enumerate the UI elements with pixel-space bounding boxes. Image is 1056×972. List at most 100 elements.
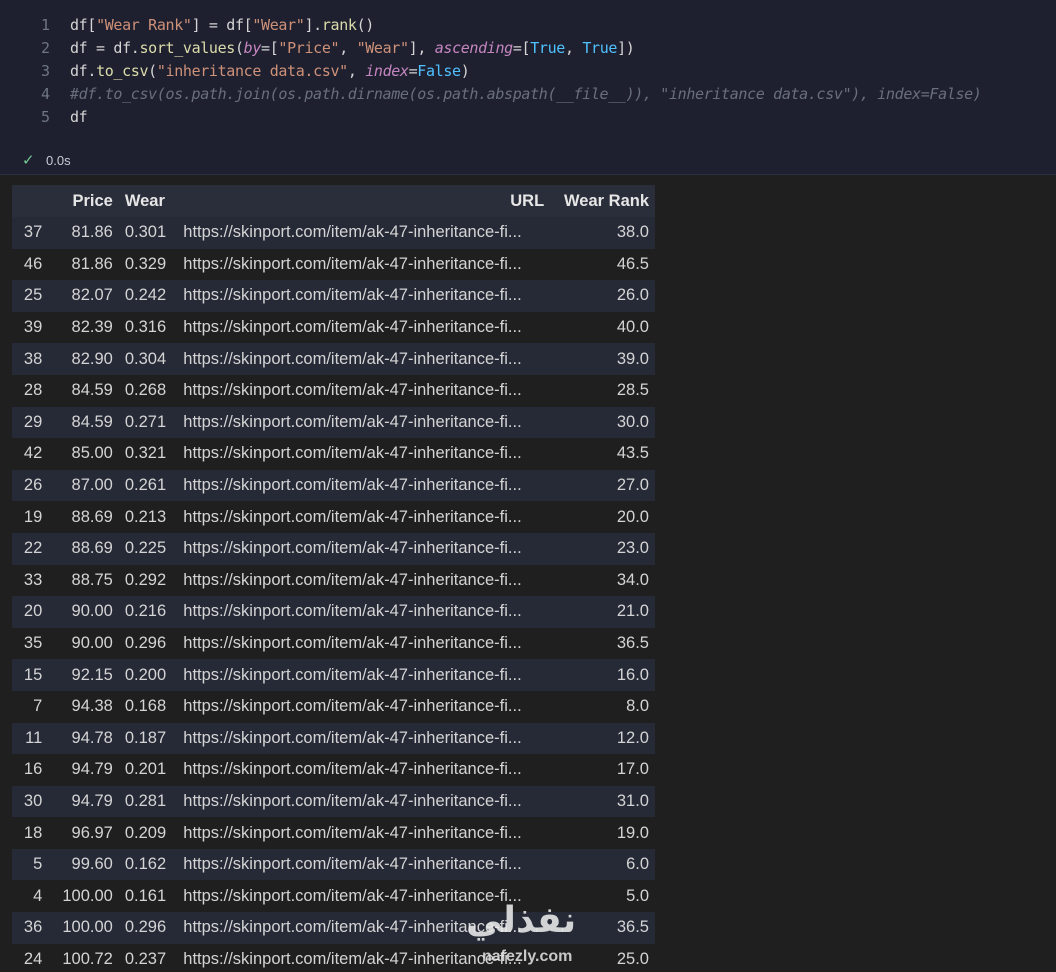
wear-cell: 0.296	[124, 918, 167, 937]
code-token: df	[70, 16, 88, 34]
wear-cell: 0.161	[124, 886, 167, 905]
row-index: 5	[33, 855, 43, 874]
url-cell: https://skinport.com/item/ak-47-inherita…	[183, 349, 522, 368]
row-index: 26	[23, 476, 43, 495]
url-cell: https://skinport.com/item/ak-47-inherita…	[183, 507, 522, 526]
wear-rank-cell: 28.5	[616, 381, 649, 400]
table-row: 28 84.59 0.268 https://skinport.com/item/ak…	[12, 374, 655, 407]
code-text[interactable]: df.to_csv("inheritance data.csv", index=…	[70, 60, 470, 83]
wear-cell: 0.162	[124, 855, 167, 874]
wear-cell: 0.200	[124, 665, 167, 684]
code-line[interactable]: 5 df	[0, 106, 1056, 129]
row-index: 4	[33, 886, 43, 905]
table-row: 30 94.79 0.281 https://skinport.com/item/ak…	[12, 785, 655, 818]
code-cell[interactable]: 1 df["Wear Rank"] = df["Wear"].rank() 2 df …	[0, 0, 1056, 175]
code-token: "Price"	[278, 39, 340, 57]
code-token: "Wear Rank"	[96, 16, 192, 34]
url-cell: https://skinport.com/item/ak-47-inherita…	[183, 823, 522, 842]
wear-cell: 0.237	[124, 949, 167, 968]
table-row: 39 82.39 0.316 https://skinport.com/item/ak…	[12, 311, 655, 344]
wear-rank-cell: 39.0	[616, 349, 649, 368]
code-text[interactable]: df = df.sort_values(by=["Price", "Wear"]…	[70, 37, 635, 60]
wear-rank-cell: 6.0	[626, 855, 649, 874]
price-cell: 94.78	[71, 728, 113, 747]
wear-cell: 0.209	[124, 823, 167, 842]
wear-cell: 0.281	[124, 791, 167, 810]
url-cell: https://skinport.com/item/ak-47-inherita…	[183, 602, 522, 621]
price-cell: 81.86	[71, 223, 113, 242]
code-token: df	[70, 39, 88, 57]
table-row: 15 92.15 0.200 https://skinport.com/item/ak…	[12, 659, 655, 691]
wear-cell: 0.301	[124, 223, 167, 242]
code-token: df	[70, 108, 88, 126]
url-cell: https://skinport.com/item/ak-47-inherita…	[183, 223, 522, 242]
price-cell: 96.97	[71, 823, 113, 842]
url-cell: https://skinport.com/item/ak-47-inherita…	[183, 760, 522, 779]
wear-cell: 0.225	[124, 539, 167, 558]
url-cell: https://skinport.com/item/ak-47-inherita…	[183, 286, 522, 305]
row-index: 22	[23, 539, 43, 558]
table-row: 33 88.75 0.292 https://skinport.com/item/ak…	[12, 564, 655, 597]
code-token: by	[243, 39, 262, 57]
code-token: [	[87, 16, 97, 34]
code-token: .	[87, 62, 97, 80]
wear-cell: 0.321	[124, 444, 167, 463]
code-token: )	[460, 62, 470, 80]
url-header: URL	[510, 191, 545, 210]
code-line[interactable]: 1 df["Wear Rank"] = df["Wear"].rank()	[0, 14, 1056, 37]
code-token: ,	[347, 62, 366, 80]
row-index: 20	[23, 602, 43, 621]
code-token: ,	[339, 39, 357, 57]
row-index: 36	[23, 918, 43, 937]
check-icon: ✓	[22, 152, 35, 169]
wear-rank-cell: 12.0	[616, 728, 649, 747]
code-text[interactable]: df	[70, 106, 88, 129]
url-cell: https://skinport.com/item/ak-47-inherita…	[183, 570, 522, 589]
table-row: 16 94.79 0.201 https://skinport.com/item/ak…	[12, 754, 655, 786]
code-line[interactable]: 3 df.to_csv("inheritance data.csv", index…	[0, 60, 1056, 83]
table-row: 38 82.90 0.304 https://skinport.com/item/ak…	[12, 343, 655, 375]
wear-rank-cell: 25.0	[616, 949, 649, 968]
row-index: 33	[23, 570, 43, 589]
row-index: 15	[23, 665, 43, 684]
row-index: 30	[23, 791, 43, 810]
wear-rank-cell: 46.5	[616, 254, 649, 273]
code-token: index	[365, 62, 409, 80]
price-cell: 84.59	[71, 412, 113, 431]
table-row: 25 82.07 0.242 https://skinport.com/item/ak…	[12, 280, 655, 312]
code-token: ,	[564, 39, 583, 57]
url-cell: https://skinport.com/item/ak-47-inherita…	[183, 855, 522, 874]
code-token: True	[530, 39, 565, 57]
price-cell: 88.69	[71, 539, 113, 558]
table-row: 11 94.78 0.187 https://skinport.com/item/ak…	[12, 722, 655, 755]
row-index: 37	[23, 223, 43, 242]
url-cell: https://skinport.com/item/ak-47-inherita…	[183, 539, 522, 558]
wear-rank-cell: 8.0	[626, 697, 649, 716]
code-token: ].	[304, 16, 322, 34]
wear-rank-cell: 31.0	[616, 791, 649, 810]
wear-cell: 0.187	[124, 728, 167, 747]
url-cell: https://skinport.com/item/ak-47-inherita…	[183, 476, 522, 495]
row-index: 25	[23, 286, 43, 305]
price-cell: 94.79	[71, 791, 113, 810]
wear-cell: 0.168	[124, 697, 167, 716]
notebook-page: 1 df["Wear Rank"] = df["Wear"].rank() 2 df …	[0, 0, 1056, 972]
price-cell: 82.90	[71, 349, 113, 368]
code-token: "inheritance data.csv"	[156, 62, 348, 80]
code-token: =	[408, 62, 418, 80]
code-text[interactable]: #df.to_csv(os.path.join(os.path.dirname(…	[70, 83, 982, 106]
wear-cell: 0.271	[124, 412, 167, 431]
row-index: 35	[23, 634, 43, 653]
code-line[interactable]: 2 df = df.sort_values(by=["Price", "Wear"…	[0, 37, 1056, 60]
code-token: (	[148, 62, 157, 80]
wear-rank-header: Wear Rank	[564, 191, 649, 210]
wear-rank-cell: 20.0	[616, 507, 649, 526]
price-cell: 90.00	[71, 634, 113, 653]
code-line[interactable]: 4 #df.to_csv(os.path.join(os.path.dirname…	[0, 83, 1056, 106]
line-number: 3	[40, 62, 50, 80]
code-token: rank	[321, 16, 357, 34]
dataframe-output: Price Wear URL Wear Rank 37 81.86 0.301 htt…	[12, 185, 655, 972]
row-index: 7	[33, 697, 43, 716]
code-token: sort_values	[139, 39, 235, 57]
code-text[interactable]: df["Wear Rank"] = df["Wear"].rank()	[70, 14, 374, 37]
